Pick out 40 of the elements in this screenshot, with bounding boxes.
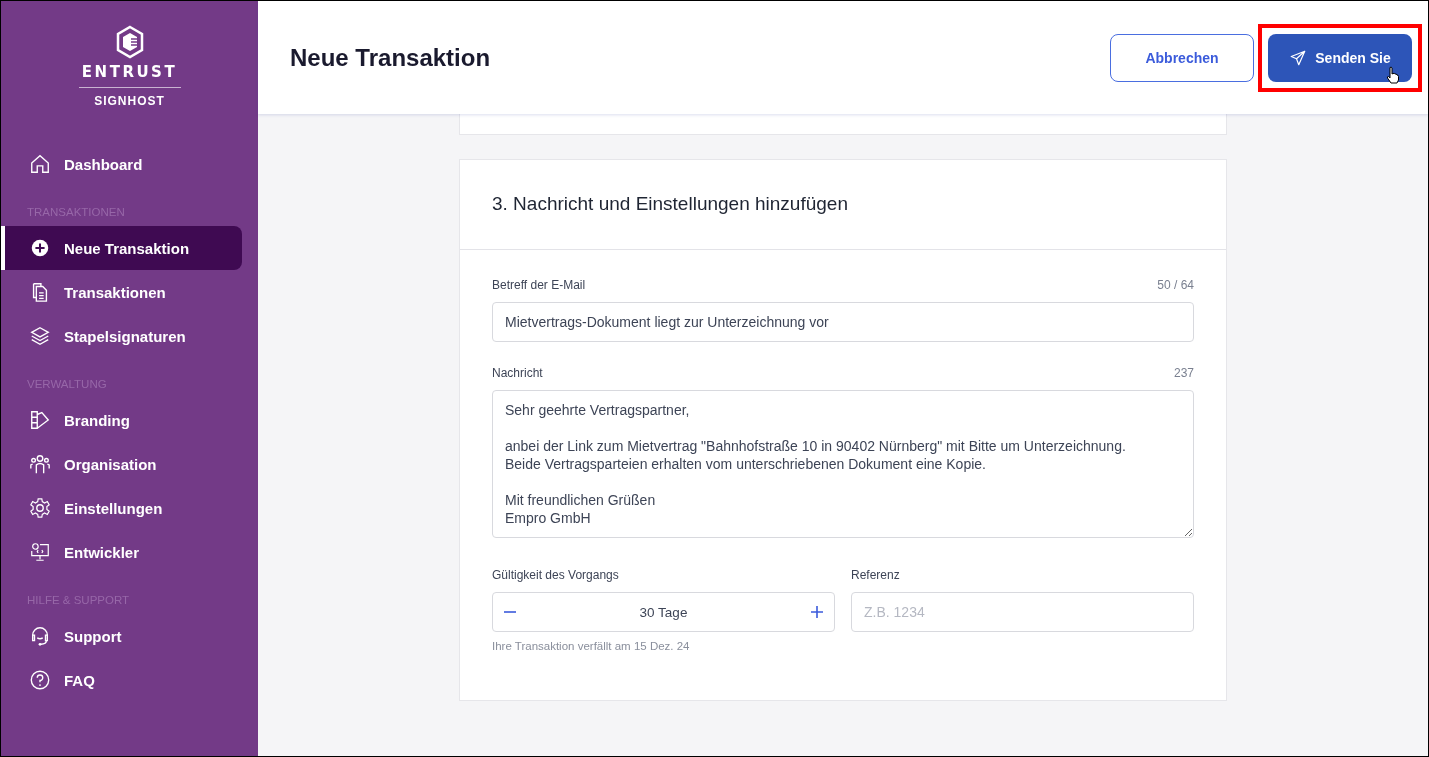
card-title: 3. Nachricht und Einstellungen hinzufügen [460, 160, 1226, 250]
message-field[interactable]: Sehr geehrte Vertragspartner, anbei der Link zum Mietvertrag "Bahnhofstraße 10 in 90402 Nürnberg" mit Bitte um Unterzeichnung. Beide Vertragsparteien erhalten vom unterschriebenen Dokument eine Kopie. Mit freundlichen Grüßen Empro GmbH [492, 390, 1194, 538]
subject-field[interactable]: Mietvertrags-Dokument liegt zur Unterzeichnung vor [492, 302, 1194, 342]
sidebar-item[interactable]: Organisation [1, 442, 242, 486]
sidebar-item[interactable]: Einstellungen [1, 486, 242, 530]
sidebar-item[interactable]: Entwickler [1, 530, 242, 574]
sidebar-item[interactable]: Transaktionen [1, 270, 242, 314]
expiry-hint: Ihre Transaktion verfällt am 15 Dez. 24 [492, 640, 691, 652]
product-name: SIGNHOST [94, 94, 165, 108]
headset-icon [29, 625, 51, 647]
plus-icon[interactable] [810, 605, 824, 619]
paper-plane-icon [1289, 48, 1308, 67]
sidebar-item[interactable]: Branding [1, 398, 242, 442]
sidebar-item[interactable]: Support [1, 614, 242, 658]
character-counter: 237 [1173, 366, 1194, 380]
field-label: Referenz [851, 568, 901, 582]
sidebar-item[interactable]: FAQ [1, 658, 242, 702]
monitor-code-icon [29, 541, 51, 563]
people-icon [29, 453, 51, 475]
send-button[interactable]: Senden Sie [1268, 33, 1412, 82]
reference-field[interactable]: Z.B. 1234 [851, 592, 1194, 632]
field-label: Gültigkeit des Vorgangs [492, 568, 620, 582]
hand-cursor-icon [1386, 65, 1400, 84]
field-label: Betreff der E-Mail [492, 278, 586, 292]
duration-stepper[interactable]: 30 Tage [492, 592, 835, 632]
page-title: Neue Transaktion [290, 43, 491, 72]
hexagon-logo-icon [114, 25, 145, 59]
field-label: Nachricht [492, 366, 543, 380]
sidebar-item[interactable]: Neue Transaktion [1, 226, 242, 270]
question-icon [29, 669, 51, 691]
plus-circle-icon [29, 237, 51, 259]
sidebar-item[interactable]: Stapelsignaturen [1, 314, 242, 358]
character-counter: 50 / 64 [1157, 278, 1194, 292]
house-icon [29, 153, 51, 175]
swatch-icon [29, 409, 51, 431]
brand-name: ENTRUST [81, 63, 178, 81]
layers-icon [29, 325, 51, 347]
settings-icon [29, 497, 51, 519]
cancel-button[interactable]: Abbrechen [1110, 33, 1254, 82]
sidebar-item[interactable]: Dashboard [1, 142, 242, 186]
